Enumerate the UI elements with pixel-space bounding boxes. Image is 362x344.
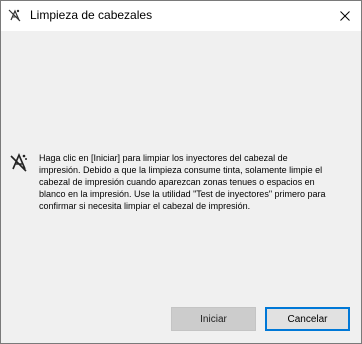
title-bar[interactable]: Limpieza de cabezales bbox=[1, 1, 361, 31]
instruction-text: Haga clic en [Iniciar] para limpiar los … bbox=[39, 153, 326, 211]
close-icon bbox=[340, 11, 350, 21]
printhead-nozzle-icon bbox=[9, 151, 29, 173]
printer-head-icon bbox=[8, 8, 22, 22]
start-button[interactable]: Iniciar bbox=[171, 307, 256, 331]
head-cleaning-dialog: Limpieza de cabezales Haga clic en [Inic… bbox=[0, 0, 362, 344]
close-button[interactable] bbox=[329, 1, 361, 31]
cancel-button[interactable]: Cancelar bbox=[265, 307, 350, 331]
window-title: Limpieza de cabezales bbox=[30, 8, 153, 22]
